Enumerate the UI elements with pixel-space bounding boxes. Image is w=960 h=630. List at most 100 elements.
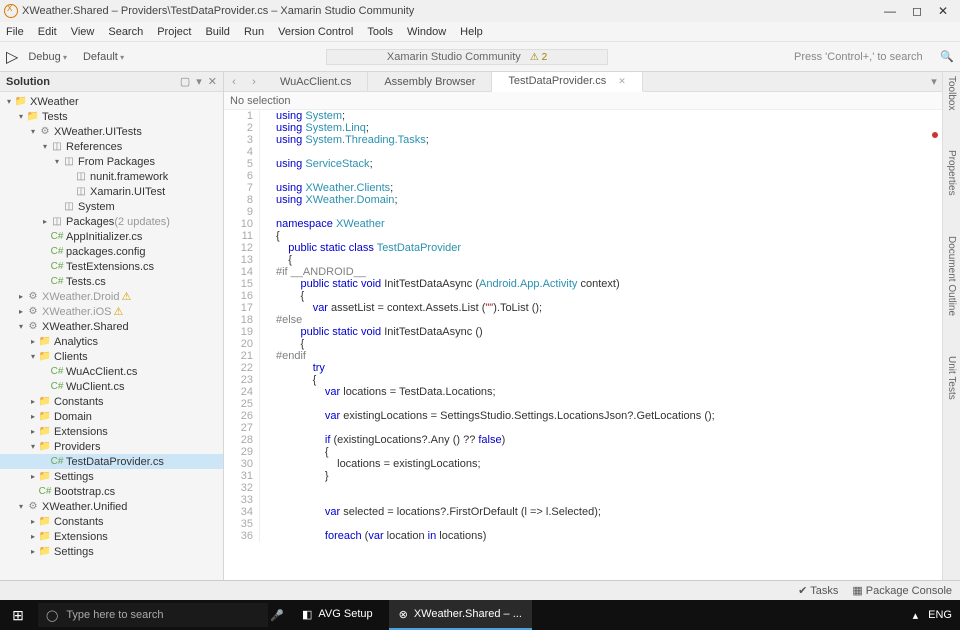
fold-gutter[interactable]	[260, 362, 272, 374]
code-line[interactable]: {	[272, 374, 316, 386]
fold-gutter[interactable]	[260, 506, 272, 518]
tree-node[interactable]: ▸📁Analytics	[0, 334, 223, 349]
code-line[interactable]: {	[272, 230, 280, 242]
tree-node[interactable]: ▸◫Packages (2 updates)	[0, 214, 223, 229]
tree-node[interactable]: C#AppInitializer.cs	[0, 229, 223, 244]
fold-gutter[interactable]	[260, 302, 272, 314]
expand-icon[interactable]: ▸	[28, 412, 38, 421]
fold-gutter[interactable]	[260, 158, 272, 170]
code-line[interactable]: #endif	[272, 350, 306, 362]
menu-search[interactable]: Search	[108, 26, 143, 38]
fold-gutter[interactable]	[260, 134, 272, 146]
run-button[interactable]: ▷	[6, 47, 18, 67]
code-line[interactable]: var selected = locations?.FirstOrDefault…	[272, 506, 601, 518]
sidebar-tool-1[interactable]: ▾	[196, 75, 202, 88]
code-line[interactable]: public static void InitTestDataAsync ()	[272, 326, 483, 338]
fold-gutter[interactable]	[260, 338, 272, 350]
code-line[interactable]: using System;	[272, 110, 345, 122]
panel-tab-toolbox[interactable]: Toolbox	[946, 76, 957, 110]
fold-gutter[interactable]	[260, 206, 272, 218]
tree-node[interactable]: C#Bootstrap.cs	[0, 484, 223, 499]
code-line[interactable]: if (existingLocations?.Any () ?? false)	[272, 434, 505, 446]
code-line[interactable]	[272, 518, 276, 530]
code-line[interactable]: var assetList = context.Assets.List ("")…	[272, 302, 542, 314]
fold-gutter[interactable]	[260, 434, 272, 446]
expand-icon[interactable]: ▸	[40, 217, 50, 226]
code-line[interactable]: using XWeather.Clients;	[272, 182, 393, 194]
code-line[interactable]: {	[272, 338, 304, 350]
tree-node[interactable]: C#WuAcClient.cs	[0, 364, 223, 379]
fold-gutter[interactable]	[260, 218, 272, 230]
tree-node[interactable]: ▾⚙XWeather.Unified	[0, 499, 223, 514]
fold-gutter[interactable]	[260, 446, 272, 458]
code-line[interactable]	[272, 206, 276, 218]
config-dropdown[interactable]: Debug	[28, 51, 67, 63]
code-line[interactable]: using System.Linq;	[272, 122, 369, 134]
tab-overflow-button[interactable]: ▾	[926, 75, 942, 88]
tree-node[interactable]: ▾📁XWeather	[0, 94, 223, 109]
menu-view[interactable]: View	[71, 26, 95, 38]
tree-node[interactable]: ▸⚙XWeather.Droid⚠	[0, 289, 223, 304]
tree-node[interactable]: ◫nunit.framework	[0, 169, 223, 184]
editor-tab[interactable]: TestDataProvider.cs✕	[492, 72, 642, 92]
target-dropdown[interactable]: Default	[83, 51, 124, 63]
system-tray[interactable]: ▴ ENG	[905, 609, 960, 622]
tree-node[interactable]: ▾◫From Packages	[0, 154, 223, 169]
fold-gutter[interactable]	[260, 194, 272, 206]
fold-gutter[interactable]	[260, 530, 272, 542]
tab-close-icon[interactable]: ✕	[618, 76, 626, 87]
panel-tab-unit-tests[interactable]: Unit Tests	[946, 356, 957, 400]
error-marker-icon[interactable]	[932, 132, 938, 138]
fold-gutter[interactable]	[260, 242, 272, 254]
tray-lang[interactable]: ENG	[928, 609, 952, 621]
expand-icon[interactable]: ▸	[28, 397, 38, 406]
fold-gutter[interactable]	[260, 374, 272, 386]
taskbar-search[interactable]: ◯ Type here to search	[38, 603, 268, 627]
minimize-button[interactable]: —	[884, 4, 896, 18]
tree-node[interactable]: C#TestExtensions.cs	[0, 259, 223, 274]
tree-node[interactable]: ▾◫References	[0, 139, 223, 154]
panel-tab-properties[interactable]: Properties	[946, 150, 957, 196]
warning-count[interactable]: ⚠ 2	[530, 52, 547, 63]
tree-node[interactable]: ▸📁Settings	[0, 544, 223, 559]
tree-node[interactable]: ▾📁Clients	[0, 349, 223, 364]
nav-fwd-button[interactable]: ›	[244, 76, 264, 88]
fold-gutter[interactable]	[260, 146, 272, 158]
code-line[interactable]	[272, 494, 276, 506]
mic-icon[interactable]: 🎤	[268, 609, 286, 622]
taskbar-task[interactable]: ⊗XWeather.Shared – ...	[389, 600, 532, 630]
fold-gutter[interactable]	[260, 350, 272, 362]
fold-gutter[interactable]	[260, 278, 272, 290]
code-line[interactable]: #if __ANDROID__	[272, 266, 366, 278]
expand-icon[interactable]: ▸	[28, 547, 38, 556]
close-button[interactable]: ✕	[938, 4, 948, 18]
tree-node[interactable]: ▾📁Providers	[0, 439, 223, 454]
expand-icon[interactable]: ▸	[16, 292, 26, 301]
fold-gutter[interactable]	[260, 470, 272, 482]
code-line[interactable]: using ServiceStack;	[272, 158, 373, 170]
nav-back-button[interactable]: ‹	[224, 76, 244, 88]
tree-node[interactable]: C#WuClient.cs	[0, 379, 223, 394]
code-line[interactable]: var existingLocations = SettingsStudio.S…	[272, 410, 715, 422]
expand-icon[interactable]: ▾	[16, 112, 26, 121]
code-line[interactable]: public static void InitTestDataAsync (An…	[272, 278, 620, 290]
expand-icon[interactable]: ▸	[28, 517, 38, 526]
tray-expand-icon[interactable]: ▴	[913, 609, 919, 622]
fold-gutter[interactable]	[260, 254, 272, 266]
tree-node[interactable]: ◫System	[0, 199, 223, 214]
tree-node[interactable]: ▸📁Domain	[0, 409, 223, 424]
menu-window[interactable]: Window	[407, 26, 446, 38]
tree-node[interactable]: ▾⚙XWeather.Shared	[0, 319, 223, 334]
code-line[interactable]: #else	[272, 314, 302, 326]
global-search[interactable]: Press 'Control+,' to search 🔍	[794, 50, 954, 63]
code-line[interactable]	[272, 482, 276, 494]
tree-node[interactable]: ◫Xamarin.UITest	[0, 184, 223, 199]
expand-icon[interactable]: ▾	[28, 352, 38, 361]
maximize-button[interactable]: ◻	[912, 4, 922, 18]
sidebar-tool-2[interactable]: ✕	[208, 75, 217, 88]
code-line[interactable]: try	[272, 362, 325, 374]
menu-file[interactable]: File	[6, 26, 24, 38]
sidebar-tool-0[interactable]: ▢	[180, 75, 190, 88]
code-line[interactable]: locations = existingLocations;	[272, 458, 481, 470]
taskbar-task[interactable]: ◧AVG Setup	[292, 600, 383, 630]
